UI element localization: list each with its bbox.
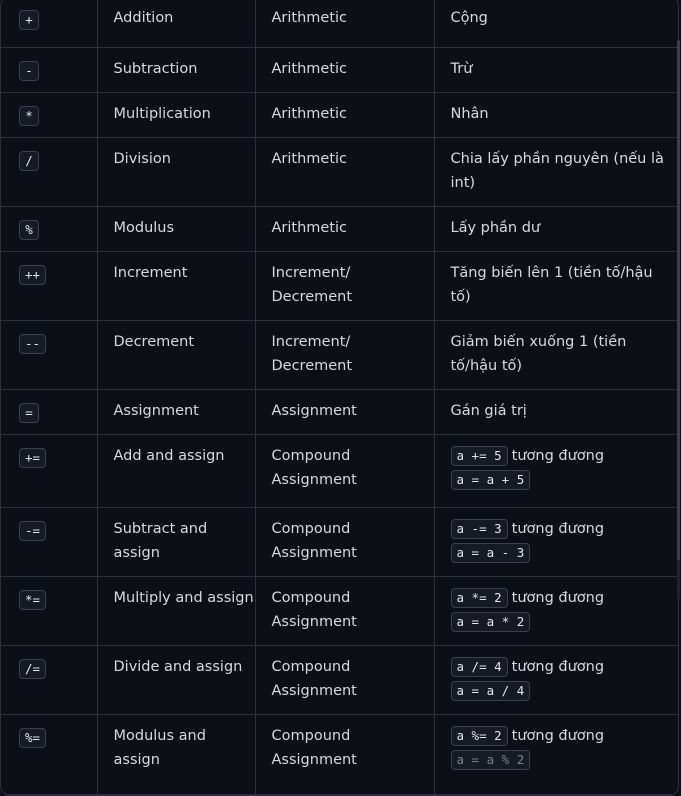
operator-code: ++ <box>19 264 47 285</box>
table-row: ++ Increment Increment/ Decrement Tăng b… <box>1 251 678 321</box>
operators-table: + Addition Arithmetic Cộng - Subtraction… <box>1 0 678 795</box>
operator-name: Multiply and assign <box>97 576 256 646</box>
operator-description: Giảm biến xuống 1 (tiền tố/hậu tố) <box>434 320 678 390</box>
equivalent-code: a = a - 3 <box>450 542 531 563</box>
table-row: += Add and assign Compound Assignment a … <box>1 434 678 508</box>
operator-code: % <box>19 219 39 240</box>
operator-type: Assignment <box>255 389 435 435</box>
table-row: % Modulus Arithmetic Lấy phần dư <box>1 206 678 252</box>
operator-type: Arithmetic <box>255 47 435 93</box>
operator-cell: = <box>1 389 98 435</box>
operator-description: a %= 2 tương đương a = a % 2 <box>434 714 678 795</box>
operator-type: Arithmetic <box>255 206 435 252</box>
operator-name: Multiplication <box>97 92 256 138</box>
operator-type: Compound Assignment <box>255 645 435 715</box>
operator-type: Arithmetic <box>255 92 435 138</box>
operator-name: Divide and assign <box>97 645 256 715</box>
equivalence-text: tương đương <box>511 727 605 744</box>
operator-name: Add and assign <box>97 434 256 508</box>
operator-cell: ++ <box>1 251 98 321</box>
scrollbar-thumb[interactable] <box>677 40 680 560</box>
operator-cell: % <box>1 206 98 252</box>
equivalence-text: tương đương <box>511 520 605 537</box>
operator-name: Subtract and assign <box>97 507 256 577</box>
operator-type: Compound Assignment <box>255 576 435 646</box>
operator-description: Trừ <box>434 47 678 93</box>
operator-description: a /= 4 tương đương a = a / 4 <box>434 645 678 715</box>
operator-name: Modulus and assign <box>97 714 256 795</box>
operator-cell: *= <box>1 576 98 646</box>
equivalent-code: a = a % 2 <box>450 749 531 770</box>
operator-name: Addition <box>97 0 256 48</box>
table-row: * Multiplication Arithmetic Nhân <box>1 92 678 138</box>
operator-code: * <box>19 105 39 126</box>
operator-code: - <box>19 60 39 81</box>
operator-type: Compound Assignment <box>255 714 435 795</box>
operator-description: Cộng <box>434 0 678 48</box>
operator-cell: += <box>1 434 98 508</box>
table-row: %= Modulus and assign Compound Assignmen… <box>1 714 678 795</box>
example-code: a /= 4 <box>450 656 508 677</box>
operator-code: -- <box>19 333 47 354</box>
operator-description: Nhân <box>434 92 678 138</box>
operator-cell: -= <box>1 507 98 577</box>
operator-code: + <box>19 10 39 30</box>
operator-description: Chia lấy phần nguyên (nếu là int) <box>434 137 678 207</box>
table-row: /= Divide and assign Compound Assignment… <box>1 645 678 715</box>
operator-cell: * <box>1 92 98 138</box>
operator-cell: - <box>1 47 98 93</box>
operator-code: *= <box>19 589 47 610</box>
equivalent-code: a = a + 5 <box>450 469 531 490</box>
operator-code: = <box>19 402 39 423</box>
operator-name: Division <box>97 137 256 207</box>
table-row: / Division Arithmetic Chia lấy phần nguy… <box>1 137 678 207</box>
operator-code: -= <box>19 520 47 541</box>
operator-cell: /= <box>1 645 98 715</box>
operator-cell: -- <box>1 320 98 390</box>
table-row: - Subtraction Arithmetic Trừ <box>1 47 678 93</box>
operator-code: / <box>19 150 39 171</box>
operator-name: Modulus <box>97 206 256 252</box>
operator-cell: / <box>1 137 98 207</box>
operator-name: Decrement <box>97 320 256 390</box>
operator-type: Compound Assignment <box>255 507 435 577</box>
table-row: *= Multiply and assign Compound Assignme… <box>1 576 678 646</box>
example-code: a += 5 <box>450 445 508 466</box>
equivalence-text: tương đương <box>511 658 605 675</box>
operator-cell: %= <box>1 714 98 795</box>
operator-name: Assignment <box>97 389 256 435</box>
table-row: -- Decrement Increment/ Decrement Giảm b… <box>1 320 678 390</box>
equivalence-text: tương đương <box>511 589 605 606</box>
operators-table-frame: + Addition Arithmetic Cộng - Subtraction… <box>0 0 679 796</box>
operator-description: a += 5 tương đương a = a + 5 <box>434 434 678 508</box>
operator-description: a *= 2 tương đương a = a * 2 <box>434 576 678 646</box>
table-row: + Addition Arithmetic Cộng <box>1 0 678 48</box>
operator-name: Increment <box>97 251 256 321</box>
operator-type: Increment/ Decrement <box>255 251 435 321</box>
operator-description: Gán giá trị <box>434 389 678 435</box>
operator-code: += <box>19 447 47 468</box>
equivalent-code: a = a * 2 <box>450 611 531 632</box>
operator-type: Arithmetic <box>255 0 435 48</box>
operator-description: Lấy phần dư <box>434 206 678 252</box>
operator-type: Compound Assignment <box>255 434 435 508</box>
operator-description: a -= 3 tương đương a = a - 3 <box>434 507 678 577</box>
operator-name: Subtraction <box>97 47 256 93</box>
operator-type: Increment/ Decrement <box>255 320 435 390</box>
equivalence-text: tương đương <box>511 447 605 464</box>
example-code: a -= 3 <box>450 518 508 539</box>
example-code: a *= 2 <box>450 587 508 608</box>
operator-code: /= <box>19 658 47 679</box>
operator-description: Tăng biến lên 1 (tiền tố/hậu tố) <box>434 251 678 321</box>
operator-cell: + <box>1 0 98 48</box>
example-code: a %= 2 <box>450 725 508 746</box>
table-row: -= Subtract and assign Compound Assignme… <box>1 507 678 577</box>
table-row: = Assignment Assignment Gán giá trị <box>1 389 678 435</box>
operator-type: Arithmetic <box>255 137 435 207</box>
operator-code: %= <box>19 727 47 748</box>
equivalent-code: a = a / 4 <box>450 680 531 701</box>
